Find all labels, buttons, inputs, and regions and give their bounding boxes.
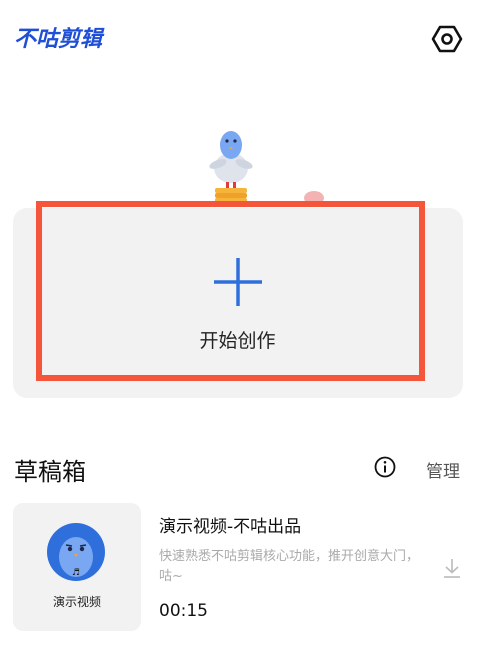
draft-description: 快速熟悉不咕剪辑核心功能，推开创意大门，咕~ bbox=[159, 549, 420, 584]
svg-text:♬: ♬ bbox=[72, 568, 80, 578]
app-logo: 不咕剪辑 bbox=[14, 27, 103, 52]
draft-title[interactable]: 演示视频-不咕出品 bbox=[159, 512, 301, 537]
manage-button[interactable]: 管理 bbox=[426, 457, 460, 482]
info-icon[interactable] bbox=[374, 456, 396, 478]
hexagon-settings-icon bbox=[431, 25, 463, 53]
settings-button[interactable] bbox=[431, 24, 463, 54]
start-create-label[interactable]: 开始创作 bbox=[0, 326, 475, 353]
download-icon[interactable] bbox=[442, 557, 462, 579]
draft-duration: 00:15 bbox=[159, 601, 208, 621]
pigeon-avatar-icon: ♬ bbox=[47, 523, 105, 581]
draft-thumbnail[interactable]: ♬ 演示视频 bbox=[13, 503, 141, 631]
draft-thumbnail-label: 演示视频 bbox=[52, 595, 101, 609]
drafts-section-title: 草稿箱 bbox=[14, 458, 86, 486]
plus-icon[interactable] bbox=[212, 256, 264, 308]
pigeon-mascot-illustration bbox=[209, 131, 253, 203]
